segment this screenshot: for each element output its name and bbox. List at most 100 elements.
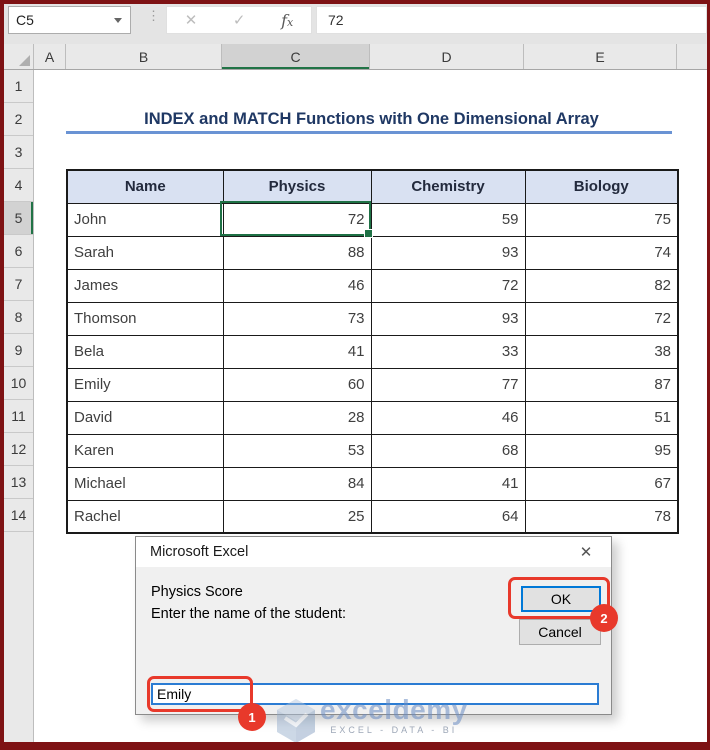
cell-physics[interactable]: 84	[222, 466, 372, 501]
cell-biology[interactable]: 74	[524, 235, 679, 270]
row-header-13[interactable]: 13	[4, 466, 33, 499]
cancel-button[interactable]: Cancel	[519, 619, 601, 645]
cell-physics[interactable]: 41	[222, 334, 372, 369]
header-biology[interactable]: Biology	[524, 169, 679, 204]
cell-biology[interactable]: 51	[524, 400, 679, 435]
table-row: David 28 46 51	[66, 400, 679, 435]
title-underline	[66, 131, 672, 134]
header-name[interactable]: Name	[66, 169, 224, 204]
cell-name[interactable]: Michael	[66, 466, 224, 501]
table-row: Michael 84 41 67	[66, 466, 679, 501]
cell-chemistry[interactable]: 33	[370, 334, 526, 369]
cell-biology[interactable]: 75	[524, 202, 679, 237]
cell-chemistry[interactable]: 72	[370, 268, 526, 303]
cell-physics[interactable]: 25	[222, 499, 372, 534]
confirm-entry-icon[interactable]: ✓	[233, 11, 246, 29]
cell-name[interactable]: James	[66, 268, 224, 303]
column-header-e[interactable]: E	[524, 44, 677, 69]
row-header-10[interactable]: 10	[4, 367, 33, 400]
formula-bar-separator-icon: ⋮	[147, 8, 160, 23]
row-header-8[interactable]: 8	[4, 301, 33, 334]
cell-chemistry[interactable]: 93	[370, 235, 526, 270]
row-header-14[interactable]: 14	[4, 499, 33, 532]
cell-chemistry[interactable]: 93	[370, 301, 526, 336]
name-box-value: C5	[16, 12, 34, 28]
table-header-row: Name Physics Chemistry Biology	[66, 169, 679, 204]
select-all-triangle-icon	[19, 55, 30, 66]
cell-biology[interactable]: 78	[524, 499, 679, 534]
formula-bar-buttons: ✕ ✓ fx	[166, 6, 312, 34]
row-header-column: 1 2 3 4 5 6 7 8 9 10 11 12 13 14	[4, 70, 34, 742]
cell-biology[interactable]: 87	[524, 367, 679, 402]
annotation-step-1-badge: 1	[238, 703, 266, 731]
cell-name[interactable]: Sarah	[66, 235, 224, 270]
dialog-titlebar: Microsoft Excel ✕	[136, 537, 611, 567]
formula-bar-input[interactable]: 72	[316, 6, 707, 34]
cell-biology[interactable]: 38	[524, 334, 679, 369]
header-physics[interactable]: Physics	[222, 169, 372, 204]
row-header-6[interactable]: 6	[4, 235, 33, 268]
cell-biology[interactable]: 67	[524, 466, 679, 501]
scores-table: Name Physics Chemistry Biology John 72 5…	[66, 169, 679, 534]
cell-physics[interactable]: 28	[222, 400, 372, 435]
column-header-b[interactable]: B	[66, 44, 222, 69]
table-row: John 72 59 75	[66, 202, 679, 237]
row-header-9[interactable]: 9	[4, 334, 33, 367]
cell-chemistry[interactable]: 59	[370, 202, 526, 237]
name-box[interactable]: C5	[8, 6, 131, 34]
cell-chemistry[interactable]: 46	[370, 400, 526, 435]
cancel-entry-icon[interactable]: ✕	[185, 11, 198, 29]
cell-name[interactable]: David	[66, 400, 224, 435]
cell-biology[interactable]: 95	[524, 433, 679, 468]
cell-chemistry[interactable]: 41	[370, 466, 526, 501]
select-all-button[interactable]	[4, 44, 34, 69]
insert-function-icon[interactable]: fx	[281, 11, 293, 30]
column-header-row: A B C D E	[4, 44, 707, 70]
cell-name[interactable]: Karen	[66, 433, 224, 468]
cell-chemistry[interactable]: 64	[370, 499, 526, 534]
close-icon[interactable]: ✕	[571, 537, 601, 567]
cell-chemistry[interactable]: 77	[370, 367, 526, 402]
cell-name[interactable]: Bela	[66, 334, 224, 369]
row-header-1[interactable]: 1	[4, 70, 33, 103]
cell-name[interactable]: Thomson	[66, 301, 224, 336]
column-header-d[interactable]: D	[370, 44, 524, 69]
row-header-5-selected[interactable]: 5	[4, 202, 33, 235]
row-header-4[interactable]: 4	[4, 169, 33, 202]
prompt-line-2: Enter the name of the student:	[151, 606, 347, 622]
column-header-a[interactable]: A	[34, 44, 66, 69]
excel-window: C5 ⋮ ✕ ✓ fx 72 A B C D E 1 2 3 4 5 6 7 8…	[4, 4, 707, 742]
student-name-input[interactable]: Emily	[151, 683, 599, 705]
row-header-12[interactable]: 12	[4, 433, 33, 466]
row-header-7[interactable]: 7	[4, 268, 33, 301]
row-header-3[interactable]: 3	[4, 136, 33, 169]
cell-physics[interactable]: 72	[222, 202, 372, 237]
table-row: Emily 60 77 87	[66, 367, 679, 402]
cell-physics[interactable]: 53	[222, 433, 372, 468]
table-row: James 46 72 82	[66, 268, 679, 303]
table-row: Bela 41 33 38	[66, 334, 679, 369]
cell-physics[interactable]: 73	[222, 301, 372, 336]
row-header-2[interactable]: 2	[4, 103, 33, 136]
cell-biology[interactable]: 72	[524, 301, 679, 336]
cell-physics[interactable]: 46	[222, 268, 372, 303]
column-header-c-selected[interactable]: C	[222, 44, 370, 69]
input-dialog: Microsoft Excel ✕ Physics Score Enter th…	[135, 536, 618, 731]
cell-name[interactable]: John	[66, 202, 224, 237]
name-box-dropdown-icon[interactable]	[114, 17, 122, 23]
table-row: Sarah 88 93 74	[66, 235, 679, 270]
header-chemistry[interactable]: Chemistry	[370, 169, 526, 204]
cell-physics[interactable]: 88	[222, 235, 372, 270]
cell-physics[interactable]: 60	[222, 367, 372, 402]
prompt-line-1: Physics Score	[151, 584, 243, 600]
row-header-11[interactable]: 11	[4, 400, 33, 433]
annotation-step-2-badge: 2	[590, 604, 618, 632]
table-row: Rachel 25 64 78	[66, 499, 679, 534]
sheet-title: INDEX and MATCH Functions with One Dimen…	[144, 110, 599, 128]
cell-name[interactable]: Rachel	[66, 499, 224, 534]
cell-name[interactable]: Emily	[66, 367, 224, 402]
cell-chemistry[interactable]: 68	[370, 433, 526, 468]
column-header-filler	[677, 44, 707, 69]
ok-button[interactable]: OK	[521, 586, 601, 612]
cell-biology[interactable]: 82	[524, 268, 679, 303]
